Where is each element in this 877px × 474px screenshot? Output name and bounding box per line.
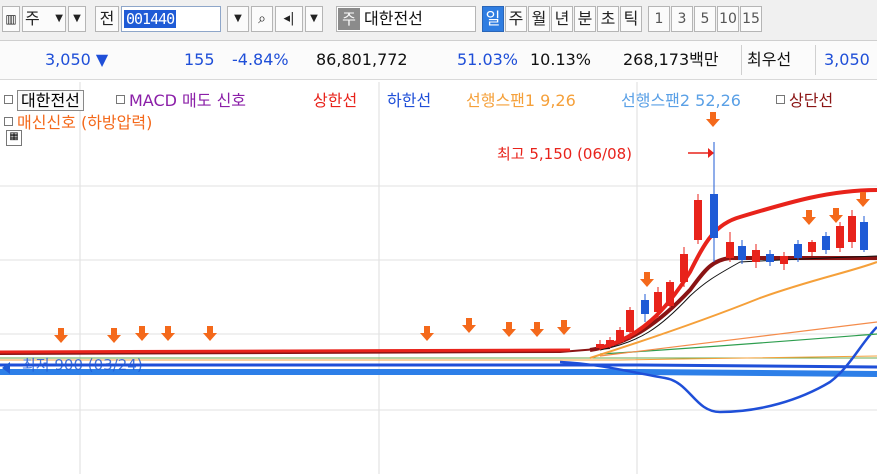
dropdown-icon[interactable]: ▼	[68, 6, 86, 32]
quote-bar: 3,050 ▼ 155 -4.84% 86,801,772 51.03% 10.…	[0, 41, 877, 80]
candle-body	[654, 292, 662, 312]
candle-body	[836, 226, 844, 248]
legend-span1: 선행스팬1 9,26	[466, 91, 576, 110]
period-tab[interactable]: 년	[551, 6, 573, 32]
candle-body	[808, 242, 816, 252]
period-tab[interactable]: 초	[597, 6, 619, 32]
legend-signal: 매신신호 (하방압력)	[4, 112, 152, 134]
signal-arrow-icon	[530, 322, 544, 337]
stock-name: 대한전선	[364, 9, 423, 28]
code-input[interactable]: 001440	[121, 6, 221, 32]
best-label: 최우선	[747, 50, 792, 69]
signal-arrow-icon	[829, 208, 843, 223]
series-line-upper-flat	[0, 348, 571, 354]
signal-arrow-icon	[135, 326, 149, 341]
candle-body	[848, 216, 856, 242]
market-tab: 주	[25, 9, 40, 28]
signal-arrow-icon	[462, 318, 476, 333]
legend-marker	[116, 95, 125, 104]
amount-value: 268,173백만	[623, 50, 719, 69]
rate2-value: 10.13%	[530, 50, 592, 69]
candle-body	[641, 300, 649, 314]
stock-tag: 주	[338, 8, 360, 30]
stock-name-field[interactable]: 주 대한전선	[336, 6, 476, 32]
signal-arrow-icon	[203, 326, 217, 341]
legend-macd: MACD 매도 신호	[116, 90, 246, 112]
period-tab[interactable]: 일	[482, 6, 504, 32]
series-line-top	[589, 256, 877, 352]
legend-span2: 선행스팬2 52,26	[621, 91, 741, 110]
search-icon[interactable]: ⌕	[251, 6, 273, 32]
best-price: 3,050	[824, 50, 870, 69]
candle-body	[860, 222, 868, 250]
rate1-value: 51.03%	[457, 50, 519, 69]
grid-icon[interactable]: ▦	[6, 130, 22, 146]
speaker-icon[interactable]: ◂|	[275, 6, 303, 32]
prev-button[interactable]: 전	[95, 6, 119, 32]
signal-arrow-icon	[107, 328, 121, 343]
code-dropdown-icon[interactable]: ▼	[227, 6, 249, 32]
legend-marker	[4, 95, 13, 104]
signal-arrow-icon	[54, 328, 68, 343]
signal-arrow-icon	[640, 272, 654, 287]
candle-body	[596, 344, 604, 348]
interval-tab[interactable]: 10	[717, 6, 739, 32]
down-arrow-icon: ▼	[95, 50, 109, 69]
chevron-down-icon: ▼	[55, 13, 63, 24]
candle-body	[626, 310, 634, 332]
period-tab[interactable]: 월	[528, 6, 550, 32]
candle-body	[726, 242, 734, 258]
legend-lower: 하한선	[387, 91, 432, 110]
candle-body	[794, 244, 802, 258]
candle-body	[616, 330, 624, 342]
interval-tab[interactable]: 3	[671, 6, 693, 32]
change-value: 155	[184, 50, 215, 69]
volume-value: 86,801,772	[316, 50, 408, 69]
legend-stock: 대한전선	[4, 90, 84, 112]
candle-body	[738, 246, 746, 260]
legend-upper: 상한선	[313, 91, 358, 110]
interval-tab[interactable]: 1	[648, 6, 670, 32]
code-text: 001440	[124, 10, 177, 28]
candle-body	[766, 254, 774, 262]
candle-body	[780, 256, 788, 264]
low-annotation: 최저 900 (03/24)	[22, 356, 143, 374]
quote-separator	[815, 45, 816, 75]
price-value: 3,050 ▼	[45, 50, 109, 69]
toolbar: ▥ 주 ▼ ▼ 전 001440 ▼ ⌕ ◂| ▼ 주 대한전선 일주월년분초틱1…	[0, 0, 877, 41]
interval-tab[interactable]: 15	[740, 6, 762, 32]
candle-body	[666, 282, 674, 306]
quote-separator	[741, 45, 742, 75]
candle-body	[606, 340, 614, 346]
candle-body	[822, 236, 830, 250]
signal-arrow-icon	[161, 326, 175, 341]
signal-arrow-icon	[557, 320, 571, 335]
interval-tab[interactable]: 5	[694, 6, 716, 32]
signal-arrow-icon	[802, 210, 816, 225]
chart-legend: 대한전선 MACD 매도 신호 상한선 하한선 선행스팬1 9,26 선행스팬2…	[0, 84, 877, 154]
candle-body	[680, 254, 688, 282]
speaker-dropdown-icon[interactable]: ▼	[305, 6, 323, 32]
panel-icon[interactable]: ▥	[2, 6, 20, 32]
candle-body	[752, 250, 760, 262]
signal-arrow-icon	[420, 326, 434, 341]
change-pct: -4.84%	[232, 50, 289, 69]
period-tab[interactable]: 틱	[620, 6, 642, 32]
period-tab[interactable]: 주	[505, 6, 527, 32]
signal-arrow-icon	[856, 192, 870, 207]
legend-marker	[776, 95, 785, 104]
legend-marker	[4, 117, 13, 126]
signal-arrow-icon	[502, 322, 516, 337]
legend-top: 상단선	[776, 90, 833, 112]
period-tab[interactable]: 분	[574, 6, 596, 32]
market-select[interactable]: 주 ▼	[22, 6, 66, 32]
candle-body	[694, 200, 702, 240]
